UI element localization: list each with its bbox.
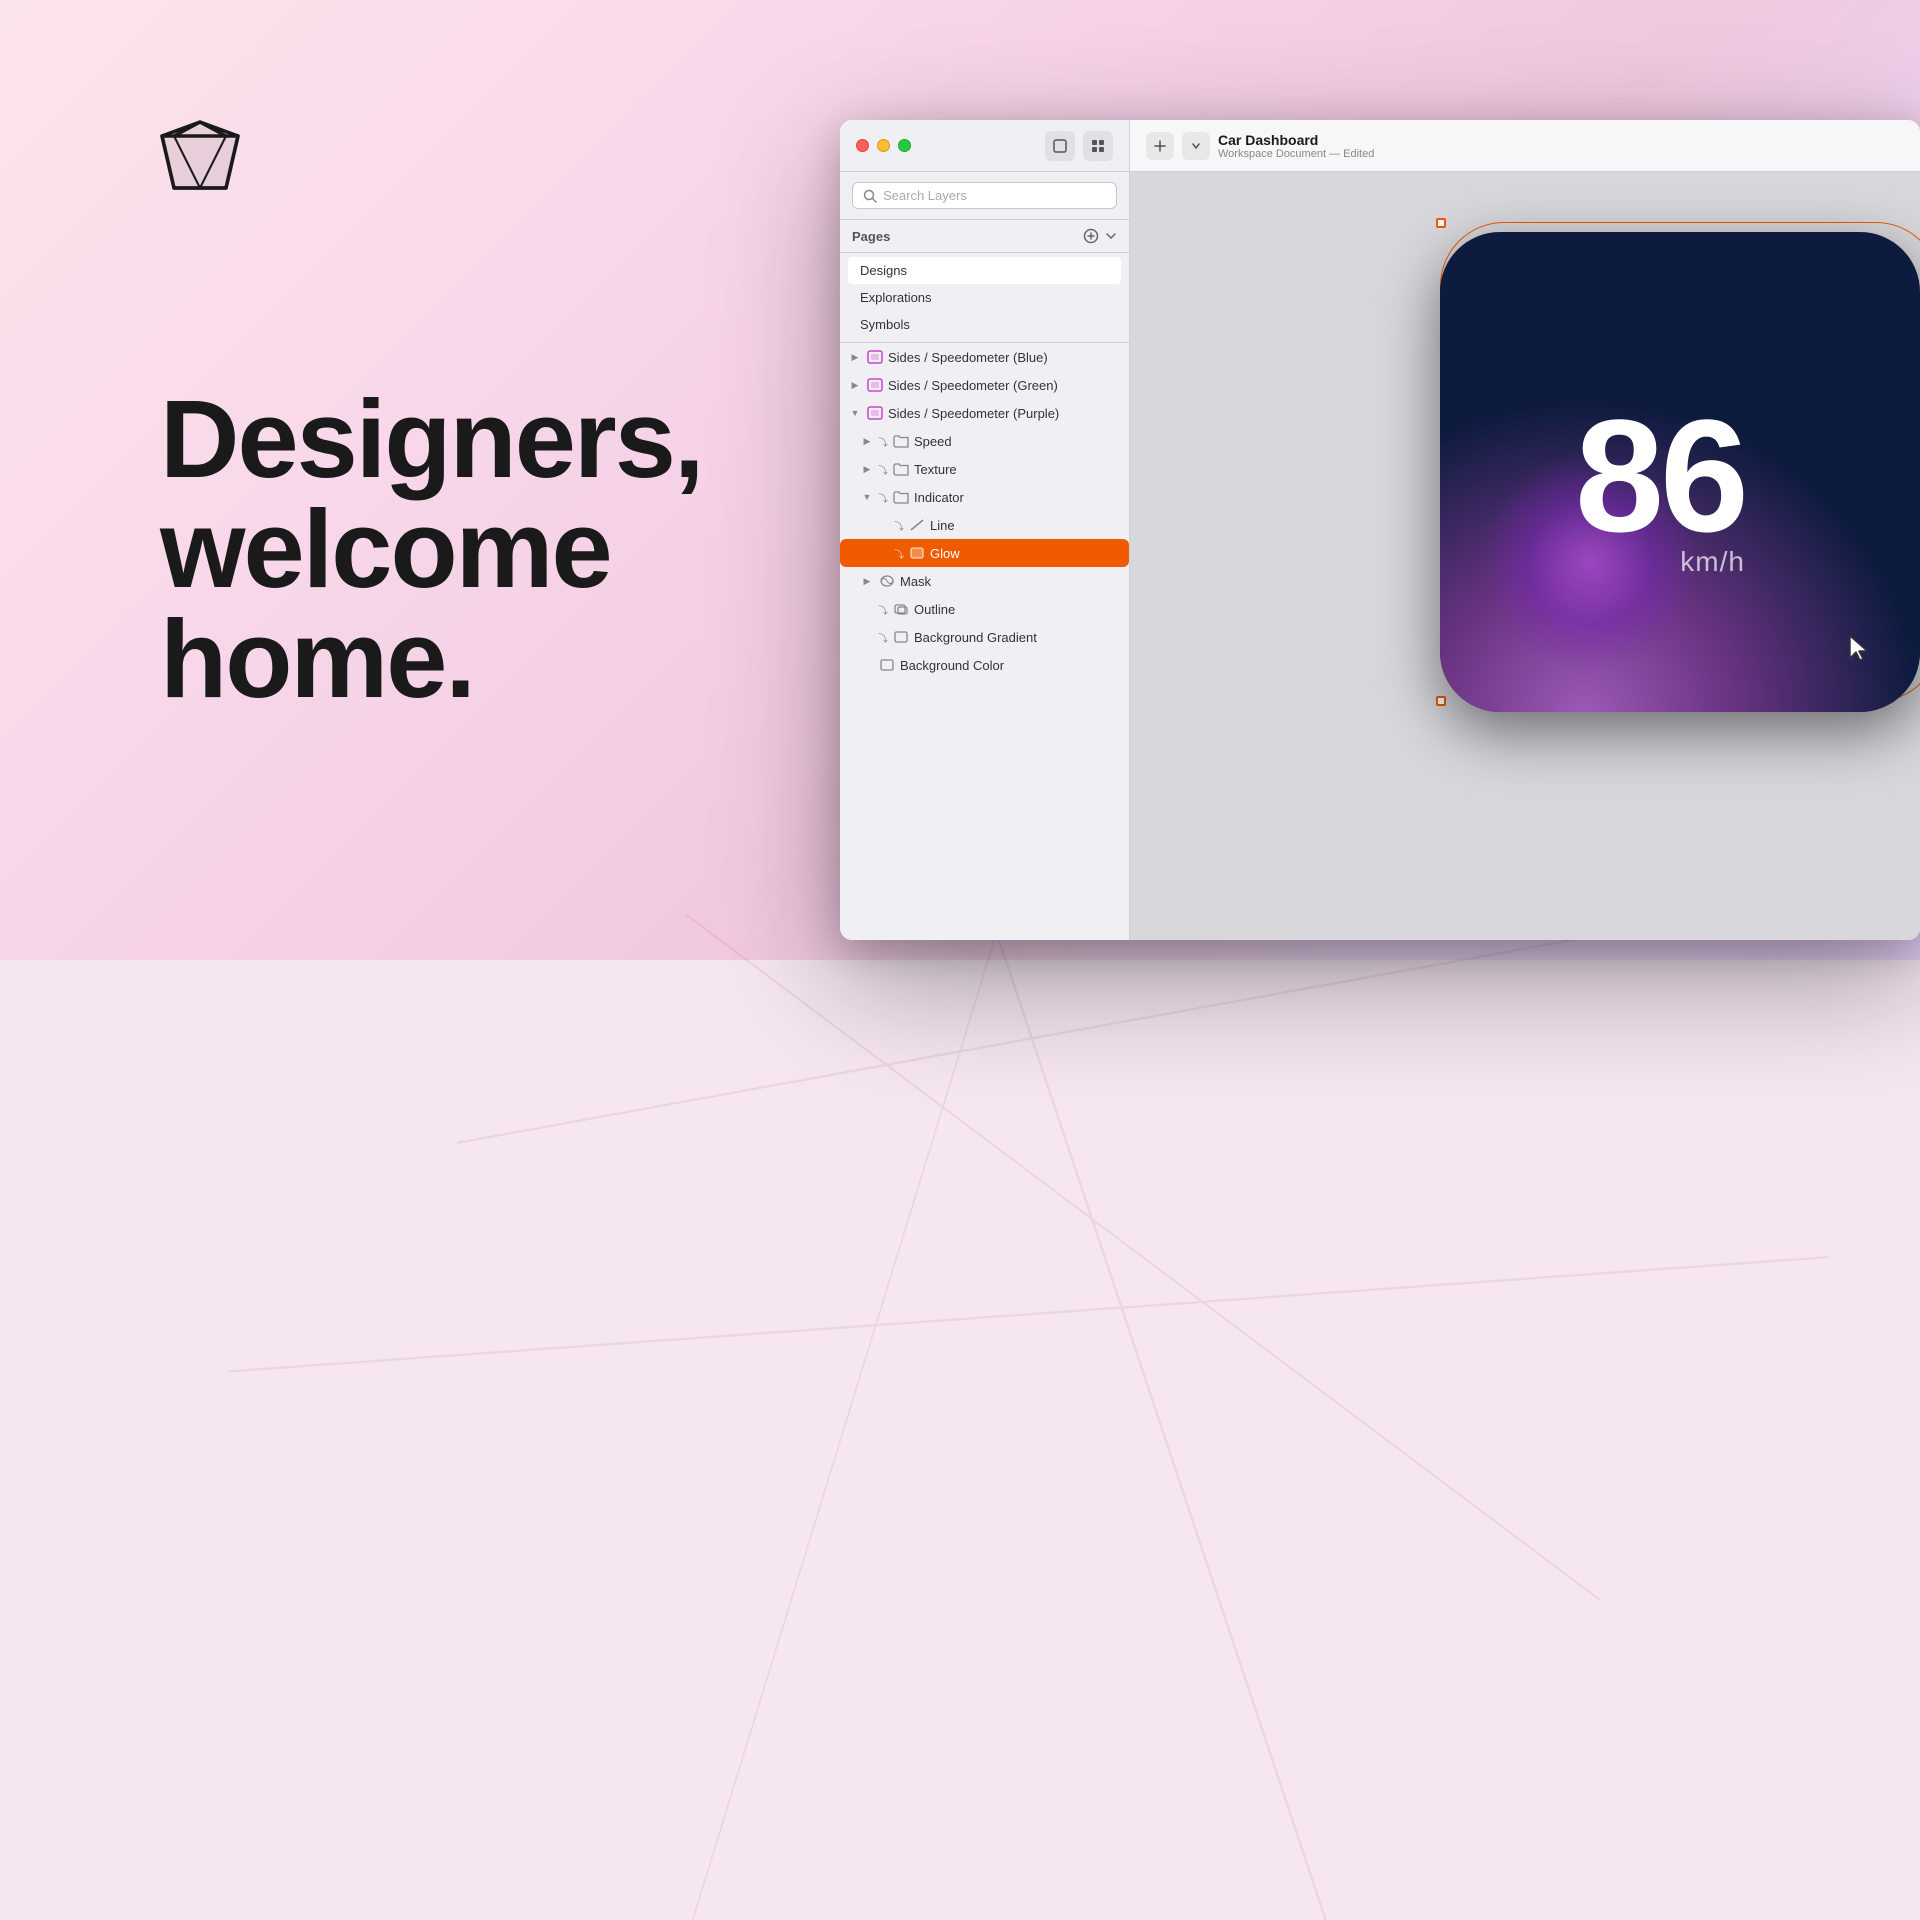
- app-window: Pages Designs Explorations: [840, 120, 1920, 940]
- viewport-icon[interactable]: [1045, 131, 1075, 161]
- layer-name: Speed: [914, 434, 1121, 449]
- line-icon: [908, 516, 926, 534]
- sketch-logo: [160, 120, 240, 197]
- chevron-icon: ▶: [860, 464, 874, 475]
- layer-name: Mask: [900, 574, 1121, 589]
- symbol-icon: [866, 376, 884, 394]
- hero-line3: home.: [160, 605, 840, 715]
- layer-name: Background Gradient: [914, 630, 1121, 645]
- add-page-button[interactable]: [1083, 228, 1099, 244]
- grid-view-icon[interactable]: [1083, 131, 1113, 161]
- layer-name: Sides / Speedometer (Purple): [888, 406, 1121, 421]
- layer-name: Outline: [914, 602, 1121, 617]
- layer-indicator[interactable]: ▼ ⤵ Indicator: [840, 483, 1129, 511]
- search-input-wrap: [852, 182, 1117, 209]
- search-icon: [863, 189, 877, 203]
- hero-line1: Designers,: [160, 385, 840, 495]
- mask-icon: [878, 572, 896, 590]
- dropdown-button[interactable]: [1182, 132, 1210, 160]
- canvas-title: Car Dashboard: [1218, 132, 1374, 148]
- folder-icon: [892, 488, 910, 506]
- titlebar: [840, 120, 1129, 172]
- mask-symbol-icon: ⤵: [878, 490, 888, 505]
- layers-panel: Pages Designs Explorations: [840, 120, 1130, 940]
- maximize-button[interactable]: [898, 139, 911, 152]
- breadcrumb: Car Dashboard Workspace Document — Edite…: [1218, 132, 1374, 160]
- canvas-subtitle: Workspace Document — Edited: [1218, 148, 1374, 160]
- symbol-icon: [866, 348, 884, 366]
- add-artboard-button[interactable]: [1146, 132, 1174, 160]
- hero-text: Designers, welcome home.: [160, 385, 840, 715]
- layer-line[interactable]: ▶ ⤵ Line: [840, 511, 1129, 539]
- layer-name: Glow: [930, 546, 1121, 561]
- page-item-designs[interactable]: Designs: [848, 257, 1121, 284]
- rect-icon: [878, 656, 896, 674]
- pages-list: Designs Explorations Symbols: [840, 253, 1129, 343]
- layer-name: Line: [930, 518, 1121, 533]
- layer-sides-blue[interactable]: ▶ Sides / Speedometer (Blue): [840, 343, 1129, 371]
- chevron-icon: ▶: [860, 576, 874, 587]
- chevron-icon: ▶: [860, 436, 874, 447]
- search-input[interactable]: [883, 188, 1106, 203]
- folder-icon: [892, 460, 910, 478]
- layer-background-gradient[interactable]: ▶ ⤵ Background Gradient: [840, 623, 1129, 651]
- mask-symbol-icon: ⤵: [878, 602, 888, 617]
- layer-name: Texture: [914, 462, 1121, 477]
- page-item-symbols[interactable]: Symbols: [848, 311, 1121, 338]
- canvas-area: Car Dashboard Workspace Document — Edite…: [1130, 120, 1920, 940]
- layer-outline[interactable]: ▶ ⤵ Outline: [840, 595, 1129, 623]
- layer-glow[interactable]: ▶ ⤵ Glow: [840, 539, 1129, 567]
- close-button[interactable]: [856, 139, 869, 152]
- chevron-icon: ▼: [848, 408, 862, 418]
- cursor-icon: [1846, 634, 1870, 662]
- mask-symbol-icon: ⤵: [894, 518, 904, 533]
- expand-pages-button[interactable]: [1105, 230, 1117, 242]
- page-item-explorations[interactable]: Explorations: [848, 284, 1121, 311]
- speed-display: 86 km/h: [1575, 366, 1785, 578]
- layer-mask[interactable]: ▶ Mask: [840, 567, 1129, 595]
- layer-sides-green[interactable]: ▶ Sides / Speedometer (Green): [840, 371, 1129, 399]
- shape-icon: [908, 544, 926, 562]
- combined-icon: [892, 600, 910, 618]
- layer-background-color[interactable]: ▶ Background Color: [840, 651, 1129, 679]
- layer-sides-purple[interactable]: ▼ Sides / Speedometer (Purple): [840, 399, 1129, 427]
- search-bar: [840, 172, 1129, 220]
- mask-symbol-icon: ⤵: [878, 630, 888, 645]
- canvas-titlebar: Car Dashboard Workspace Document — Edite…: [1130, 120, 1920, 172]
- pages-header: Pages: [840, 220, 1129, 253]
- hero-line2: welcome: [160, 495, 840, 605]
- rect-icon: [892, 628, 910, 646]
- mask-symbol-icon: ⤵: [878, 462, 888, 477]
- layer-name: Sides / Speedometer (Blue): [888, 350, 1121, 365]
- minimize-button[interactable]: [877, 139, 890, 152]
- chevron-icon: ▶: [848, 380, 862, 391]
- layer-name: Sides / Speedometer (Green): [888, 378, 1121, 393]
- selection-handle-tl[interactable]: [1436, 218, 1446, 228]
- symbol-icon: [866, 404, 884, 422]
- layer-name: Indicator: [914, 490, 1121, 505]
- left-content: Designers, welcome home.: [0, 0, 840, 960]
- mask-symbol-icon: ⤵: [894, 546, 904, 561]
- canvas-content[interactable]: 86 km/h: [1130, 172, 1920, 940]
- layer-name: Background Color: [900, 658, 1121, 673]
- mask-symbol-icon: ⤵: [878, 434, 888, 449]
- layers-list: ▶ Sides / Speedometer (Blue) ▶ Sides / S…: [840, 343, 1129, 940]
- chevron-icon: ▼: [860, 492, 874, 502]
- speed-number: 86: [1575, 396, 1745, 556]
- dashboard-widget: 86 km/h: [1430, 202, 1920, 722]
- folder-icon: [892, 432, 910, 450]
- layer-texture[interactable]: ▶ ⤵ Texture: [840, 455, 1129, 483]
- chevron-icon: ▶: [848, 352, 862, 363]
- layer-speed[interactable]: ▶ ⤵ Speed: [840, 427, 1129, 455]
- pages-label: Pages: [852, 229, 1083, 244]
